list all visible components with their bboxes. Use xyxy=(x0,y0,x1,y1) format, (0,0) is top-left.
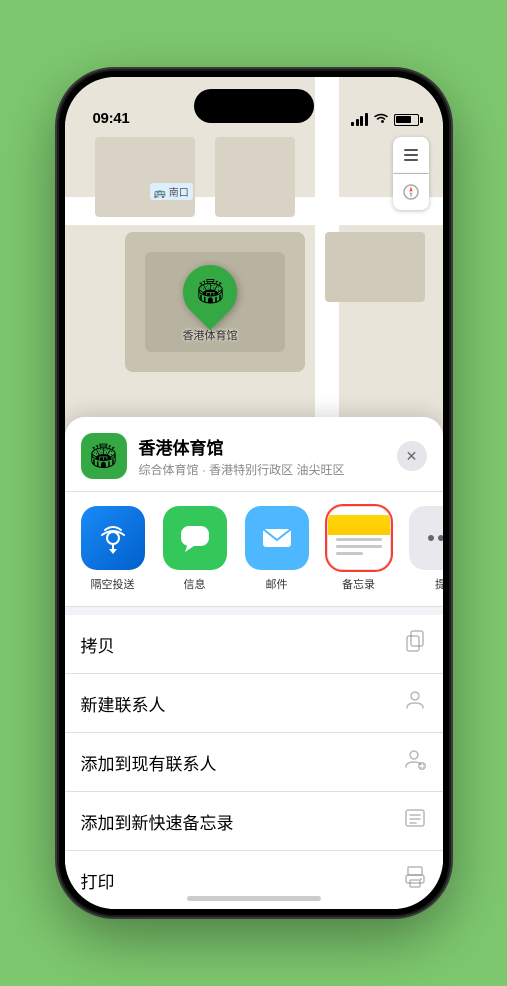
action-row-new-contact[interactable]: 新建联系人 xyxy=(65,674,443,733)
phone-screen: 09:41 xyxy=(65,77,443,909)
status-time: 09:41 xyxy=(93,110,130,127)
share-item-mail[interactable]: 邮件 xyxy=(241,506,313,592)
more-label: 提 xyxy=(435,576,443,592)
share-row: 隔空投送 信息 xyxy=(65,492,443,607)
map-label: 🚌 南口 xyxy=(150,183,193,200)
action-row-copy[interactable]: 拷贝 xyxy=(65,615,443,674)
phone-frame: 09:41 xyxy=(59,71,449,915)
location-info: 香港体育馆 综合体育馆 · 香港特别行政区 油尖旺区 xyxy=(139,434,385,478)
new-contact-label: 新建联系人 xyxy=(81,691,166,716)
print-label: 打印 xyxy=(81,868,115,893)
add-contact-icon xyxy=(403,747,427,777)
more-icon xyxy=(409,506,443,570)
messages-icon xyxy=(163,506,227,570)
location-name: 香港体育馆 xyxy=(139,434,385,459)
quick-note-label: 添加到新快速备忘录 xyxy=(81,809,234,834)
quick-note-icon xyxy=(403,806,427,836)
new-contact-icon xyxy=(403,688,427,718)
location-header: 🏟 香港体育馆 综合体育馆 · 香港特别行政区 油尖旺区 ✕ xyxy=(65,417,443,492)
pin-bubble: 🏟 xyxy=(172,254,248,330)
stadium-pin: 🏟 香港体育馆 xyxy=(183,265,238,343)
notes-label: 备忘录 xyxy=(342,576,375,592)
status-icons xyxy=(351,112,419,127)
bottom-sheet: 🏟 香港体育馆 综合体育馆 · 香港特别行政区 油尖旺区 ✕ xyxy=(65,417,443,909)
signal-icon xyxy=(351,114,368,126)
map-compass-button[interactable] xyxy=(393,174,429,210)
wifi-icon xyxy=(373,112,389,127)
share-item-airdrop[interactable]: 隔空投送 xyxy=(77,506,149,592)
map-layers-button[interactable] xyxy=(393,137,429,173)
action-row-add-contact[interactable]: 添加到现有联系人 xyxy=(65,733,443,792)
mail-icon xyxy=(245,506,309,570)
add-contact-label: 添加到现有联系人 xyxy=(81,750,217,775)
airdrop-label: 隔空投送 xyxy=(91,576,135,592)
location-subtitle: 综合体育馆 · 香港特别行政区 油尖旺区 xyxy=(139,461,385,478)
copy-icon xyxy=(403,629,427,659)
home-indicator xyxy=(187,896,321,901)
share-item-more[interactable]: 提 xyxy=(405,506,443,592)
action-row-quick-note[interactable]: 添加到新快速备忘录 xyxy=(65,792,443,851)
action-list: 拷贝 新建联系人 xyxy=(65,615,443,909)
battery-icon xyxy=(394,114,419,126)
share-item-notes[interactable]: 备忘录 xyxy=(323,506,395,592)
dynamic-island xyxy=(194,89,314,123)
airdrop-icon xyxy=(81,506,145,570)
location-icon: 🏟 xyxy=(81,433,127,479)
copy-label: 拷贝 xyxy=(81,632,115,657)
pin-icon: 🏟 xyxy=(195,278,225,307)
notes-icon xyxy=(327,506,391,570)
mail-label: 邮件 xyxy=(266,576,288,592)
messages-label: 信息 xyxy=(184,576,206,592)
map-controls xyxy=(393,137,429,210)
print-icon xyxy=(403,865,427,895)
share-item-messages[interactable]: 信息 xyxy=(159,506,231,592)
close-button[interactable]: ✕ xyxy=(397,441,427,471)
